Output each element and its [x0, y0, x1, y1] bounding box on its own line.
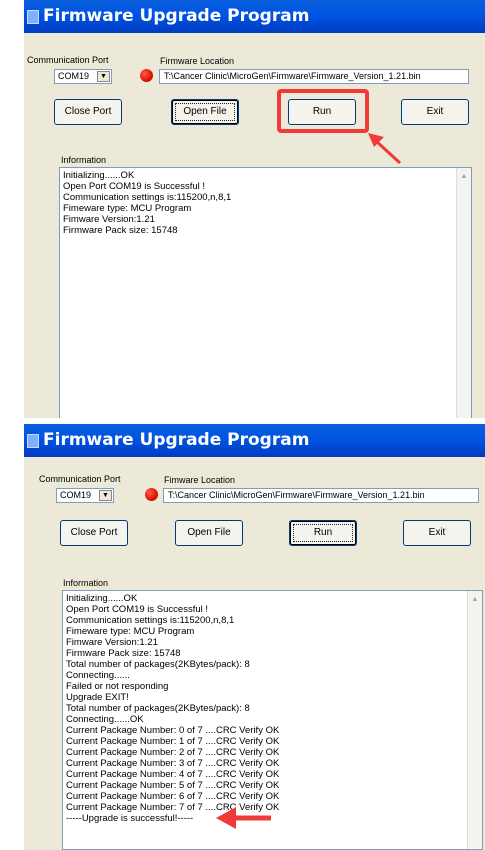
log-line: Firmware Pack size: 15748: [63, 225, 178, 236]
log-line: Fimware Version:1.21: [63, 214, 155, 225]
port-label: Communication Port: [39, 474, 121, 484]
log-line: Initializing......OK: [63, 170, 135, 181]
log-line: Total number of packages(2KBytes/pack): …: [66, 703, 250, 714]
scroll-up-icon[interactable]: ▲: [459, 172, 469, 182]
app-icon: [27, 434, 39, 448]
log-line: Current Package Number: 2 of 7 ....CRC V…: [66, 747, 280, 758]
title-bar: Firmware Upgrade Program: [24, 0, 485, 33]
scrollbar[interactable]: ▲: [467, 591, 482, 849]
red-annotation-arrow-icon: [368, 133, 402, 165]
log-line: Fimware Version:1.21: [66, 637, 158, 648]
status-led-icon: [140, 69, 153, 82]
open-file-button[interactable]: Open File: [175, 520, 243, 546]
port-select-value: COM19: [58, 71, 90, 81]
close-port-button[interactable]: Close Port: [54, 99, 122, 125]
log-line: Current Package Number: 4 of 7 ....CRC V…: [66, 769, 280, 780]
log-line: Total number of packages(2KBytes/pack): …: [66, 659, 250, 670]
firmware-location-label: Fimware Location: [164, 475, 236, 485]
firmware-window-after: Firmware Upgrade Program Communication P…: [24, 424, 485, 850]
close-port-button[interactable]: Close Port: [60, 520, 128, 546]
log-line: Communication settings is:115200,n,8,1: [63, 192, 232, 203]
window-title: Firmware Upgrade Program: [43, 6, 310, 26]
firmware-path-field[interactable]: T:\Cancer Clinic\MicroGen\Firmware\Firmw…: [163, 488, 479, 503]
open-file-button[interactable]: Open File: [171, 99, 239, 125]
log-line: Open Port COM19 is Successful !: [66, 604, 209, 615]
log-line: Fimeware type: MCU Program: [66, 626, 195, 637]
status-led-icon: [145, 488, 158, 501]
log-line: Connecting......: [66, 670, 130, 681]
information-label: Information: [61, 155, 107, 165]
window-title: Firmware Upgrade Program: [43, 430, 310, 450]
log-line: Current Package Number: 6 of 7 ....CRC V…: [66, 791, 280, 802]
log-line: Communication settings is:115200,n,8,1: [66, 615, 235, 626]
log-line: Current Package Number: 5 of 7 ....CRC V…: [66, 780, 280, 791]
red-annotation-arrow-icon: [216, 807, 271, 829]
chevron-down-icon[interactable]: ▼: [97, 71, 110, 82]
port-select[interactable]: COM19 ▼: [54, 69, 112, 84]
information-text: Initializing......OK Open Port COM19 is S…: [66, 593, 279, 824]
log-line: Initializing......OK: [66, 593, 138, 604]
port-label: Communication Port: [27, 55, 109, 65]
port-select-value: COM19: [60, 490, 92, 500]
log-line: Current Package Number: 3 of 7 ....CRC V…: [66, 758, 280, 769]
log-line: Fimeware type: MCU Program: [63, 203, 192, 214]
log-line: Failed or not responding: [66, 681, 169, 692]
log-line: Current Package Number: 1 of 7 ....CRC V…: [66, 736, 280, 747]
information-text: Initializing......OK Open Port COM19 is S…: [63, 170, 231, 236]
scroll-up-icon[interactable]: ▲: [470, 595, 480, 605]
log-line: Current Package Number: 0 of 7 ....CRC V…: [66, 725, 280, 736]
log-line: Connecting......OK: [66, 714, 144, 725]
scrollbar[interactable]: ▲: [456, 168, 471, 418]
app-icon: [27, 10, 39, 24]
log-line: Upgrade EXIT!: [66, 692, 129, 703]
title-bar: Firmware Upgrade Program: [24, 424, 485, 457]
run-highlight-box: [277, 89, 369, 133]
exit-button[interactable]: Exit: [403, 520, 471, 546]
information-label: Information: [63, 578, 109, 588]
firmware-window-before: Firmware Upgrade Program Communication P…: [24, 0, 485, 418]
firmware-location-label: Firmware Location: [160, 56, 235, 66]
firmware-path-field[interactable]: T:\Cancer Clinic\MicroGen\Firmware\Firmw…: [159, 69, 469, 84]
port-select[interactable]: COM19 ▼: [56, 488, 114, 503]
log-line: Firmware Pack size: 15748: [66, 648, 181, 659]
log-line: Open Port COM19 is Successful !: [63, 181, 206, 192]
exit-button[interactable]: Exit: [401, 99, 469, 125]
information-log[interactable]: Initializing......OK Open Port COM19 is S…: [59, 167, 472, 418]
run-button[interactable]: Run: [289, 520, 357, 546]
chevron-down-icon[interactable]: ▼: [99, 490, 112, 501]
